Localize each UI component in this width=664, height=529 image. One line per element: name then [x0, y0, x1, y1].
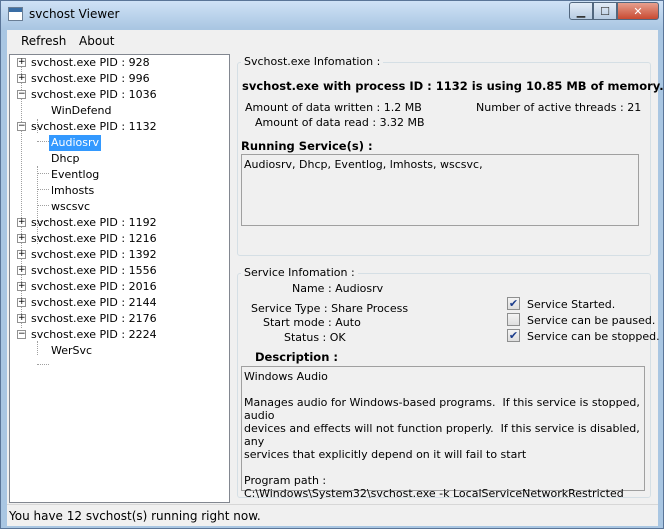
tree-node-process[interactable]: svchost.exe PID : 2144 [31, 295, 157, 311]
service-stopped-label: Service can be stopped. [527, 330, 660, 343]
tree-node-process[interactable]: svchost.exe PID : 1192 [31, 215, 157, 231]
tree-connector [37, 205, 49, 206]
expand-toggle[interactable]: + [17, 266, 26, 275]
description-label: Description : [255, 350, 338, 364]
tree-node-process[interactable]: svchost.exe PID : 1132 [31, 119, 157, 135]
expand-toggle[interactable]: + [17, 314, 26, 323]
data-read-label: Amount of data read : 3.32 MB [255, 116, 425, 129]
tree-node-process[interactable]: svchost.exe PID : 1556 [31, 263, 157, 279]
collapse-toggle[interactable]: − [17, 90, 26, 99]
tree-node-process[interactable]: svchost.exe PID : 1216 [31, 231, 157, 247]
expand-toggle[interactable]: + [17, 234, 26, 243]
status-text: You have 12 svchost(s) running right now… [9, 509, 261, 523]
expand-toggle[interactable]: + [17, 74, 26, 83]
expand-toggle[interactable]: + [17, 218, 26, 227]
running-services-label: Running Service(s) : [241, 139, 373, 153]
title-bar[interactable]: svchost Viewer ▁ ☐ ✕ [1, 1, 663, 29]
svchost-info-title: Svchost.exe Infomation : [241, 55, 384, 68]
service-started-label: Service Started. [527, 298, 616, 311]
service-started-checkbox[interactable]: ✔ [507, 297, 520, 310]
process-tree[interactable]: + svchost.exe PID : 928 + svchost.exe PI… [9, 54, 230, 503]
minimize-button[interactable]: ▁ [569, 2, 593, 20]
tree-node-process[interactable]: svchost.exe PID : 1392 [31, 247, 157, 263]
expand-toggle[interactable]: + [17, 58, 26, 67]
tree-node-service[interactable]: WerSvc [51, 343, 92, 359]
description-box[interactable]: Windows Audio Manages audio for Windows-… [241, 366, 645, 500]
client-area: Refresh About + svchost.exe PID : 928 + … [7, 30, 664, 526]
tree-node-service[interactable]: Eventlog [51, 167, 99, 183]
tree-node-process[interactable]: svchost.exe PID : 1036 [31, 87, 157, 103]
active-threads-label: Number of active threads : 21 [476, 101, 642, 114]
service-paused-checkbox[interactable] [507, 313, 520, 326]
tree-node-process[interactable]: svchost.exe PID : 2224 [31, 327, 157, 343]
memory-headline: svchost.exe with process ID : 1132 is us… [242, 79, 664, 93]
close-button[interactable]: ✕ [617, 2, 659, 20]
maximize-button[interactable]: ☐ [593, 2, 617, 20]
collapse-toggle[interactable]: − [17, 330, 26, 339]
service-stopped-checkbox[interactable]: ✔ [507, 329, 520, 342]
tree-node-process[interactable]: svchost.exe PID : 2016 [31, 279, 157, 295]
collapse-toggle[interactable]: − [17, 122, 26, 131]
tree-connector [37, 141, 49, 142]
tree-node-process[interactable]: svchost.exe PID : 2176 [31, 311, 157, 327]
tree-connector [37, 189, 49, 190]
service-info-title: Service Infomation : [241, 266, 358, 279]
app-window: svchost Viewer ▁ ☐ ✕ Refresh About + svc… [0, 0, 664, 529]
tree-node-process[interactable]: svchost.exe PID : 996 [31, 71, 150, 87]
tree-connector [37, 341, 38, 355]
tree-node-service[interactable]: Dhcp [51, 151, 79, 167]
service-paused-label: Service can be paused. [527, 314, 656, 327]
menu-about[interactable]: About [79, 34, 114, 48]
tree-node-process[interactable]: svchost.exe PID : 928 [31, 55, 150, 71]
menu-bar: Refresh About [7, 30, 658, 52]
window-title: svchost Viewer [29, 7, 120, 21]
start-mode-label: Start mode : Auto [263, 316, 361, 329]
status-bar: You have 12 svchost(s) running right now… [7, 504, 658, 526]
data-written-label: Amount of data written : 1.2 MB [245, 101, 422, 114]
tree-node-service-selected[interactable]: Audiosrv [49, 135, 102, 151]
menu-refresh[interactable]: Refresh [21, 34, 66, 48]
tree-node-service[interactable]: lmhosts [51, 183, 94, 199]
tree-node-service[interactable]: WinDefend [51, 103, 112, 119]
service-status-label: Status : OK [284, 331, 346, 344]
service-type-label: Service Type : Share Process [251, 302, 409, 315]
tree-node-service[interactable]: wscsvc [51, 199, 90, 215]
details-panel: Svchost.exe Infomation : svchost.exe wit… [233, 54, 664, 503]
tree-connector [37, 364, 49, 365]
running-services-box[interactable]: Audiosrv, Dhcp, Eventlog, lmhosts, wscsv… [241, 154, 639, 226]
service-name-label: Name : Audiosrv [292, 282, 384, 295]
expand-toggle[interactable]: + [17, 282, 26, 291]
expand-toggle[interactable]: + [17, 298, 26, 307]
expand-toggle[interactable]: + [17, 250, 26, 259]
tree-connector [37, 173, 49, 174]
app-icon [8, 7, 23, 21]
